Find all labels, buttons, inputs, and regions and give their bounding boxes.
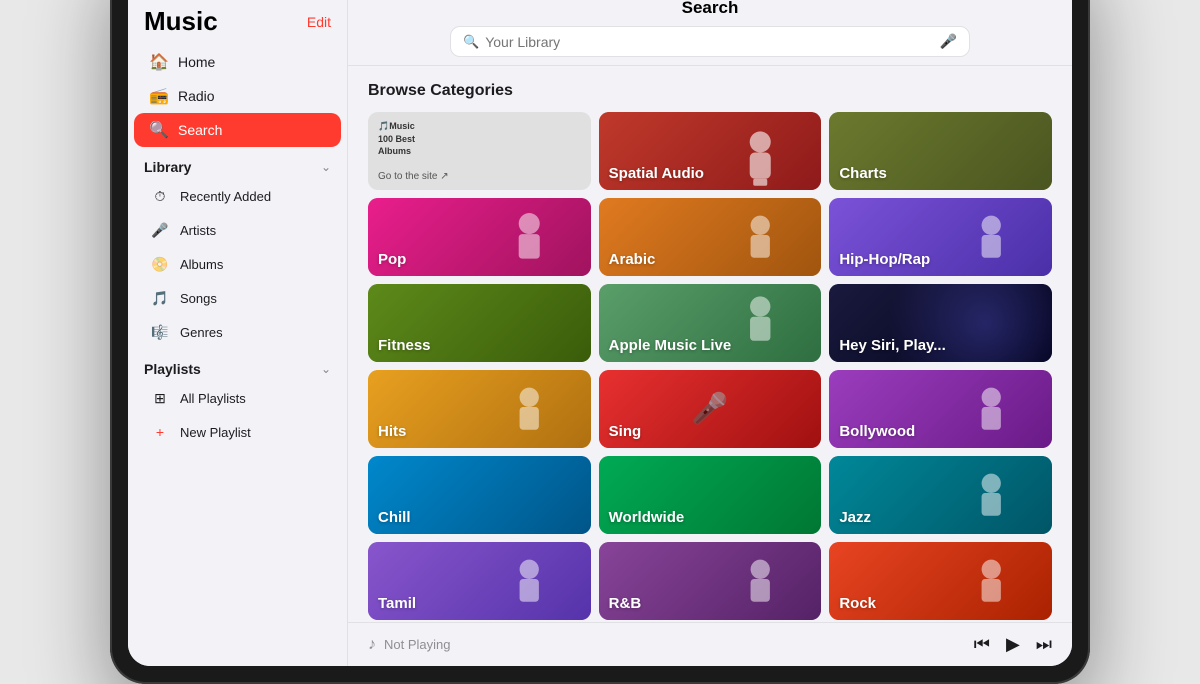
categories-grid: 🎵Music100 BestAlbums Go to the site ↗ — [368, 112, 1052, 622]
play-pause-button[interactable]: ▶ — [1006, 634, 1020, 655]
recently-added-label: Recently Added — [180, 189, 271, 204]
player-controls: ⏮ ▶ ⏭ — [974, 634, 1052, 655]
category-hits[interactable]: Hits — [368, 370, 591, 448]
app-container: Music Edit 🏠 Home 📻 Radio 🔍 Search — [128, 0, 1072, 666]
tamil-label: Tamil — [378, 595, 416, 612]
sidebar-item-new-playlist[interactable]: + New Playlist — [134, 415, 341, 449]
bollywood-label: Bollywood — [839, 423, 915, 440]
sidebar-item-songs[interactable]: 🎵 Songs — [134, 281, 341, 315]
goto-top-text: 🎵Music100 BestAlbums — [378, 120, 415, 158]
player-left: ♪ Not Playing — [368, 636, 450, 654]
hits-label: Hits — [378, 423, 406, 440]
apple-music-live-label: Apple Music Live — [609, 337, 732, 354]
library-section-header: Library ⌄ — [128, 147, 347, 179]
category-charts[interactable]: Charts — [829, 112, 1052, 190]
category-tamil[interactable]: Tamil — [368, 542, 591, 620]
category-sing[interactable]: 🎤 Sing — [599, 370, 822, 448]
category-chill[interactable]: Chill — [368, 456, 591, 534]
category-goto[interactable]: 🎵Music100 BestAlbums Go to the site ↗ — [368, 112, 591, 190]
sidebar-radio-label: Radio — [178, 88, 215, 104]
all-playlists-label: All Playlists — [180, 391, 246, 406]
rewind-button[interactable]: ⏮ — [974, 634, 990, 655]
chill-label: Chill — [378, 509, 411, 526]
sidebar-item-genres[interactable]: 🎼 Genres — [134, 315, 341, 349]
category-arabic[interactable]: Arabic — [599, 198, 822, 276]
microphone-icon[interactable]: 🎤 — [940, 33, 957, 50]
ipad-screen: 17:06 Tue 14 May ▲ 18% 🔋 Music Edit 🏠 — [128, 0, 1072, 666]
sidebar-item-recently-added[interactable]: ⏱ Recently Added — [134, 179, 341, 213]
sidebar-search-label: Search — [178, 122, 222, 138]
hey-siri-label: Hey Siri, Play... — [839, 337, 945, 354]
category-pop[interactable]: Pop — [368, 198, 591, 276]
jazz-label: Jazz — [839, 509, 871, 526]
library-chevron-icon[interactable]: ⌄ — [321, 160, 331, 174]
main-title: Search — [682, 0, 739, 18]
charts-label: Charts — [839, 165, 887, 182]
category-apple-music-live[interactable]: Apple Music Live — [599, 284, 822, 362]
worldwide-label: Worldwide — [609, 509, 685, 526]
category-hey-siri[interactable]: Hey Siri, Play... — [829, 284, 1052, 362]
artists-label: Artists — [180, 223, 216, 238]
category-fitness[interactable]: Fitness — [368, 284, 591, 362]
clock-icon: ⏱ — [150, 186, 170, 206]
songs-label: Songs — [180, 291, 217, 306]
sidebar: Music Edit 🏠 Home 📻 Radio 🔍 Search — [128, 0, 348, 666]
sidebar-home-label: Home — [178, 54, 215, 70]
search-bar[interactable]: 🔍 🎤 — [450, 26, 970, 57]
main-content: Search 🔍 🎤 Browse Categories 🎵Music100 B… — [348, 0, 1072, 666]
playlists-section-header: Playlists ⌄ — [128, 349, 347, 381]
category-worldwide[interactable]: Worldwide — [599, 456, 822, 534]
radio-icon: 📻 — [150, 87, 168, 105]
sidebar-item-radio[interactable]: 📻 Radio — [134, 79, 341, 113]
sing-label: Sing — [609, 423, 642, 440]
sidebar-header: Music Edit — [128, 2, 347, 45]
plus-icon: + — [150, 422, 170, 442]
albums-label: Albums — [180, 257, 223, 272]
music-note-icon: ♪ — [368, 636, 376, 654]
scroll-area: Browse Categories 🎵Music100 BestAlbums G… — [348, 66, 1072, 622]
ipad-device: 17:06 Tue 14 May ▲ 18% 🔋 Music Edit 🏠 — [110, 0, 1090, 684]
new-playlist-label: New Playlist — [180, 425, 251, 440]
sidebar-item-albums[interactable]: 📀 Albums — [134, 247, 341, 281]
grid-icon: ⊞ — [150, 388, 170, 408]
sidebar-item-all-playlists[interactable]: ⊞ All Playlists — [134, 381, 341, 415]
pop-label: Pop — [378, 251, 406, 268]
sidebar-item-home[interactable]: 🏠 Home — [134, 45, 341, 79]
genres-label: Genres — [180, 325, 223, 340]
edit-button[interactable]: Edit — [307, 14, 331, 30]
playlists-chevron-icon[interactable]: ⌄ — [321, 362, 331, 376]
fast-forward-button[interactable]: ⏭ — [1036, 634, 1052, 655]
browse-categories-label: Browse Categories — [368, 82, 1052, 100]
genres-icon: 🎼 — [150, 322, 170, 342]
arabic-label: Arabic — [609, 251, 656, 268]
search-bar-icon: 🔍 — [463, 34, 479, 50]
category-spatial-audio[interactable]: Spatial Audio — [599, 112, 822, 190]
sidebar-item-artists[interactable]: 🎤 Artists — [134, 213, 341, 247]
album-icon: 📀 — [150, 254, 170, 274]
randb-label: R&B — [609, 595, 642, 612]
home-icon: 🏠 — [150, 53, 168, 71]
category-jazz[interactable]: Jazz — [829, 456, 1052, 534]
mic-icon: 🎤 — [150, 220, 170, 240]
library-title: Library — [144, 159, 191, 175]
category-rock[interactable]: Rock — [829, 542, 1052, 620]
player-status-text: Not Playing — [384, 637, 450, 652]
fitness-label: Fitness — [378, 337, 431, 354]
hiphop-label: Hip-Hop/Rap — [839, 251, 930, 268]
playlists-title: Playlists — [144, 361, 201, 377]
note-icon: 🎵 — [150, 288, 170, 308]
spatial-audio-label: Spatial Audio — [609, 165, 704, 182]
search-nav-icon: 🔍 — [150, 121, 168, 139]
rock-label: Rock — [839, 595, 876, 612]
search-input[interactable] — [485, 34, 933, 50]
app-title: Music — [144, 6, 218, 37]
main-header: Search 🔍 🎤 — [348, 0, 1072, 66]
category-randb[interactable]: R&B — [599, 542, 822, 620]
sidebar-item-search[interactable]: 🔍 Search — [134, 113, 341, 147]
goto-label: Go to the site ↗ — [378, 171, 449, 182]
category-bollywood[interactable]: Bollywood — [829, 370, 1052, 448]
player-bar: ♪ Not Playing ⏮ ▶ ⏭ — [348, 622, 1072, 666]
category-hiphop[interactable]: Hip-Hop/Rap — [829, 198, 1052, 276]
